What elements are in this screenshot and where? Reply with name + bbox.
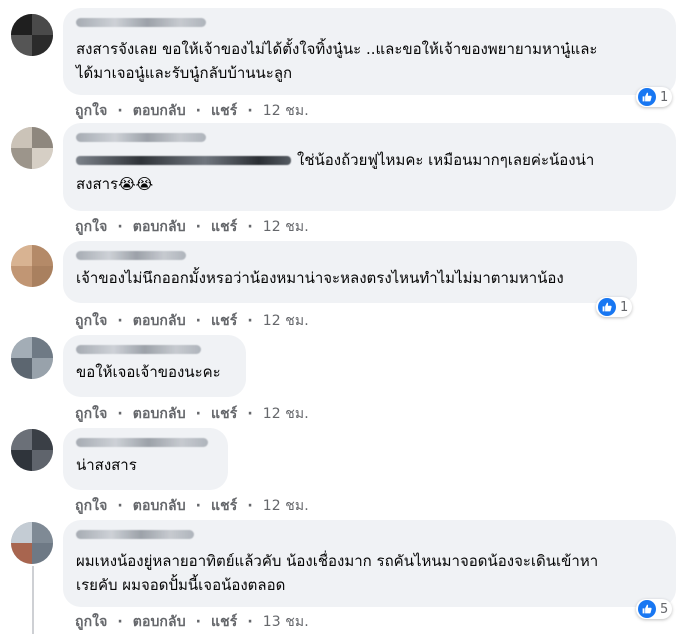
comment-bubble: เจ้าของไม่นึกออกมั้งหรอว่าน้องหมาน่าจะหล… [63,241,637,303]
comment-actions: ถูกใจ · ตอบกลับ · แชร์ · 12 ชม. [75,310,309,332]
timestamp[interactable]: 12 ชม. [263,313,309,329]
avatar[interactable] [11,245,53,287]
separator: · [190,498,207,514]
separator: · [190,313,207,329]
comment-actions: ถูกใจ · ตอบกลับ · แชร์ · 13 ชม. [75,611,309,633]
timestamp[interactable]: 12 ชม. [263,219,309,235]
comment-text: ผมเหงน้องยู่หลายอาทิตย์แล้วคับ น้องเชื่อ… [76,552,599,594]
separator: · [242,313,258,329]
separator: · [112,614,128,630]
comment-bubble: น่าสงสาร [63,428,228,490]
reply-link[interactable]: ตอบกลับ [133,219,186,235]
comment-bubble: ขอให้เจอเจ้าของนะคะ [63,335,246,397]
separator: · [190,406,207,422]
author-name[interactable] [76,530,194,539]
like-icon [638,88,656,106]
like-link[interactable]: ถูกใจ [75,103,107,119]
comment-bubble: ใช่น้องถ้วยฟูไหมคะ เหมือนมากๆเลยค่ะน้องน… [63,123,676,211]
author-name[interactable] [76,18,206,27]
share-link[interactable]: แชร์ [211,406,237,422]
avatar[interactable] [11,337,53,379]
like-link[interactable]: ถูกใจ [75,219,107,235]
comment-actions: ถูกใจ · ตอบกลับ · แชร์ · 12 ชม. [75,216,309,238]
timestamp[interactable]: 12 ชม. [263,406,309,422]
reply-link[interactable]: ตอบกลับ [133,614,186,630]
like-icon [598,298,616,316]
avatar[interactable] [11,429,53,471]
crying-emoji: 😭😭 [118,175,154,193]
reply-link[interactable]: ตอบกลับ [133,498,186,514]
reaction-number: 5 [660,601,669,617]
timestamp[interactable]: 12 ชม. [263,103,309,119]
thread-line [32,566,34,634]
share-link[interactable]: แชร์ [211,219,237,235]
separator: · [242,406,258,422]
comment-text: ใช่น้องถ้วยฟูไหมคะ เหมือนมากๆเลยค่ะน้องน… [76,148,663,196]
separator: · [112,313,128,329]
share-link[interactable]: แชร์ [211,614,237,630]
comment-text: เจ้าของไม่นึกออกมั้งหรอว่าน้องหมาน่าจะหล… [76,269,564,287]
separator: · [112,498,128,514]
separator: · [112,103,128,119]
separator: · [190,614,207,630]
comment-text: สงสารจังเลย ขอให้เจ้าของไม่ได้ตั้งใจทิ้ง… [76,40,598,82]
comment-text: น่าสงสาร [76,456,137,474]
comment-actions: ถูกใจ · ตอบกลับ · แชร์ · 12 ชม. [75,403,309,425]
reaction-count[interactable]: 1 [636,87,673,107]
separator: · [242,103,258,119]
like-link[interactable]: ถูกใจ [75,498,107,514]
mention-tag[interactable] [76,156,291,165]
timestamp[interactable]: 13 ชม. [263,614,309,630]
avatar[interactable] [11,522,53,564]
like-link[interactable]: ถูกใจ [75,313,107,329]
like-link[interactable]: ถูกใจ [75,614,107,630]
separator: · [112,406,128,422]
separator: · [242,614,258,630]
reply-link[interactable]: ตอบกลับ [133,313,186,329]
separator: · [242,498,258,514]
avatar[interactable] [11,127,53,169]
author-name[interactable] [76,133,206,142]
reaction-number: 1 [620,299,629,315]
share-link[interactable]: แชร์ [211,498,237,514]
separator: · [190,219,207,235]
reaction-number: 1 [660,89,669,105]
comment-bubble: ผมเหงน้องยู่หลายอาทิตย์แล้วคับ น้องเชื่อ… [63,520,676,607]
like-icon [638,600,656,618]
reaction-count[interactable]: 5 [636,599,673,619]
author-name[interactable] [76,438,208,447]
separator: · [112,219,128,235]
comment-bubble: สงสารจังเลย ขอให้เจ้าของไม่ได้ตั้งใจทิ้ง… [63,8,676,95]
separator: · [242,219,258,235]
share-link[interactable]: แชร์ [211,313,237,329]
share-link[interactable]: แชร์ [211,103,237,119]
separator: · [190,103,207,119]
reply-link[interactable]: ตอบกลับ [133,103,186,119]
comment-text: ขอให้เจอเจ้าของนะคะ [76,363,221,381]
author-name[interactable] [76,251,186,260]
timestamp[interactable]: 12 ชม. [263,498,309,514]
comment-actions: ถูกใจ · ตอบกลับ · แชร์ · 12 ชม. [75,495,309,517]
avatar[interactable] [11,14,53,56]
reaction-count[interactable]: 1 [596,297,633,317]
comment-actions: ถูกใจ · ตอบกลับ · แชร์ · 12 ชม. [75,100,309,122]
like-link[interactable]: ถูกใจ [75,406,107,422]
reply-link[interactable]: ตอบกลับ [133,406,186,422]
author-name[interactable] [76,345,201,354]
